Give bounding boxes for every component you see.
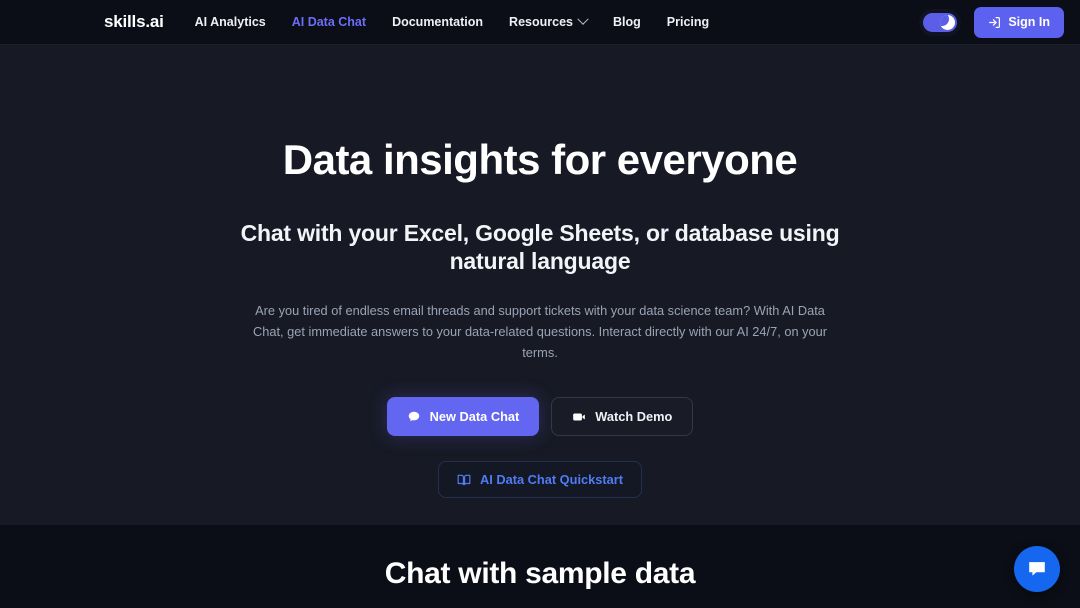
- nav-item-label: Documentation: [392, 15, 484, 29]
- dark-mode-toggle[interactable]: [923, 12, 958, 32]
- new-data-chat-label: New Data Chat: [429, 409, 520, 425]
- page-title: Data insights for everyone: [282, 136, 798, 183]
- sign-in-label: Sign In: [1008, 15, 1050, 29]
- nav-item-blog[interactable]: Blog: [613, 15, 641, 29]
- video-play-icon: [572, 410, 586, 424]
- nav-item-label: Resources: [509, 15, 573, 29]
- book-icon: [457, 473, 471, 487]
- watch-demo-label: Watch Demo: [595, 409, 673, 425]
- new-data-chat-button[interactable]: New Data Chat: [386, 397, 540, 437]
- nav-item-ai-analytics[interactable]: AI Analytics: [195, 15, 266, 29]
- nav-item-label: Pricing: [666, 15, 710, 29]
- hero-section: Data insights for everyone Chat with you…: [0, 45, 1080, 525]
- watch-demo-button[interactable]: Watch Demo: [551, 397, 694, 437]
- hero-description: Are you tired of endless email threads a…: [252, 303, 828, 361]
- hero-subtitle: Chat with your Excel, Google Sheets, or …: [240, 219, 840, 275]
- chat-bubble-icon: [1026, 558, 1048, 580]
- quickstart-label: AI Data Chat Quickstart: [480, 472, 623, 488]
- login-arrow-icon: [988, 16, 1001, 29]
- quickstart-row: AI Data Chat Quickstart: [0, 461, 1080, 499]
- nav-item-label: AI Data Chat: [291, 15, 367, 29]
- nav-item-label: Blog: [612, 15, 641, 29]
- chat-support-widget-button[interactable]: [1014, 546, 1060, 592]
- sample-data-title: Chat with sample data: [384, 557, 696, 590]
- sign-in-button[interactable]: Sign In: [974, 6, 1064, 38]
- chevron-down-icon: [577, 13, 589, 25]
- chat-bubble-icon: [407, 410, 421, 424]
- site-logo[interactable]: skills.ai: [104, 12, 164, 32]
- moon-icon: [940, 14, 956, 30]
- top-navigation-bar: skills.ai AI Analytics AI Data Chat Docu…: [0, 0, 1080, 45]
- hero-cta-row: New Data Chat Watch Demo: [0, 397, 1080, 437]
- nav-item-label: AI Analytics: [194, 15, 266, 29]
- nav-item-documentation[interactable]: Documentation: [392, 15, 483, 29]
- nav-item-resources[interactable]: Resources: [509, 13, 589, 29]
- quickstart-button[interactable]: AI Data Chat Quickstart: [438, 461, 642, 499]
- nav-item-pricing[interactable]: Pricing: [667, 15, 709, 29]
- nav-right-controls: Sign In: [923, 6, 1064, 38]
- nav-item-ai-data-chat[interactable]: AI Data Chat: [292, 15, 366, 29]
- nav-links: AI Analytics AI Data Chat Documentation …: [195, 13, 709, 29]
- sample-data-section: Chat with sample data: [0, 525, 1080, 608]
